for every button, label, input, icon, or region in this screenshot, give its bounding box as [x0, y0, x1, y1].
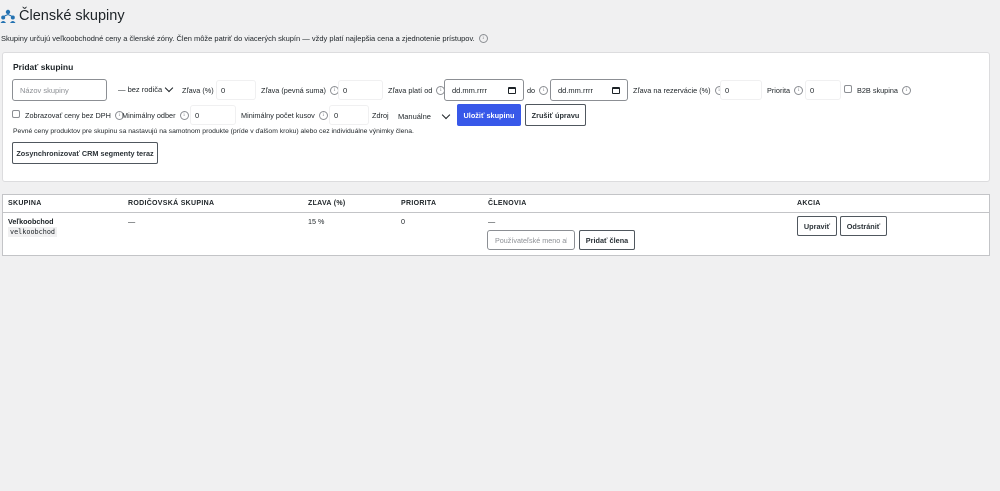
help-text: Pevné ceny produktov pre skupinu sa nast…	[13, 128, 414, 135]
info-icon[interactable]: i	[901, 86, 911, 95]
groups-icon	[0, 9, 16, 23]
priority-input[interactable]	[805, 80, 841, 100]
discount-label: Zľava (%)	[182, 86, 214, 95]
add-group-panel: Pridať skupinu — bez rodiča Zľava (%) Zľ…	[2, 52, 990, 182]
sync-crm-button[interactable]: Zosynchronizovať CRM segmenty teraz	[12, 142, 158, 164]
column-header-parent: RODIČOVSKÁ SKUPINA	[128, 200, 215, 207]
page-title-text: Členské skupiny	[19, 8, 125, 24]
calendar-icon[interactable]	[612, 86, 620, 94]
groups-table: SKUPINA RODIČOVSKÁ SKUPINA ZĽAVA (%) PRI…	[2, 194, 990, 256]
b2b-checkbox[interactable]	[844, 85, 852, 93]
info-icon[interactable]: i	[318, 111, 328, 120]
reservation-discount-label: Zľava na rezervácie (%)i	[633, 86, 724, 95]
source-select[interactable]: Manuálne	[398, 110, 451, 121]
save-group-button[interactable]: Uložiť skupinu	[457, 104, 521, 126]
info-icon[interactable]: i	[478, 34, 488, 43]
page-description: Skupiny určujú veľkoobchodné ceny a člen…	[1, 34, 488, 43]
priority-label: Priorita i	[767, 86, 804, 95]
source-value: Manuálne	[398, 112, 431, 121]
min-order-label: Minimálny odber i	[122, 111, 189, 120]
fixed-discount-input[interactable]	[338, 80, 383, 100]
page-description-text: Skupiny určujú veľkoobchodné ceny a člen…	[1, 34, 475, 43]
chevron-down-icon	[441, 110, 451, 120]
b2b-label: B2B skupina i	[857, 86, 911, 95]
column-header-group: SKUPINA	[8, 200, 42, 207]
valid-from-label: Zľava platí od i	[388, 86, 446, 95]
member-username-input[interactable]	[487, 230, 575, 250]
add-group-title: Pridať skupinu	[13, 62, 74, 72]
show-without-vat-checkbox[interactable]	[12, 110, 20, 118]
min-qty-label: Minimálny počet kusov i	[241, 111, 328, 120]
info-icon[interactable]: i	[539, 86, 549, 95]
page-title: Členské skupiny	[0, 8, 125, 24]
discount-input[interactable]	[216, 80, 256, 100]
group-members: —	[488, 217, 496, 226]
fixed-discount-label: Zľava (pevná suma) i	[261, 86, 339, 95]
column-header-priority: PRIORITA	[401, 200, 437, 207]
valid-from-value: dd.mm.rrrr	[452, 85, 487, 95]
reservation-discount-input[interactable]	[720, 80, 762, 100]
source-label: Zdroj	[372, 111, 389, 120]
valid-to-value: dd.mm.rrrr	[558, 85, 593, 95]
header-divider	[3, 212, 989, 213]
delete-button[interactable]: Odstrániť	[840, 216, 887, 236]
min-qty-input[interactable]	[329, 105, 369, 125]
group-discount: 15 %	[308, 217, 325, 226]
column-header-action: AKCIA	[797, 200, 821, 207]
valid-to-input[interactable]: dd.mm.rrrr	[550, 79, 628, 101]
valid-to-label: do i	[527, 86, 549, 95]
info-icon[interactable]: i	[794, 86, 804, 95]
valid-from-input[interactable]: dd.mm.rrrr	[444, 79, 524, 101]
group-slug: velkoobchod	[8, 227, 58, 237]
group-name-input[interactable]	[12, 79, 107, 101]
column-header-members: ČLENOVIA	[488, 200, 527, 207]
calendar-icon[interactable]	[508, 86, 516, 94]
add-member-button[interactable]: Pridať člena	[579, 230, 635, 250]
min-order-input[interactable]	[190, 105, 236, 125]
parent-group-value: — bez rodiča	[118, 85, 163, 94]
show-without-vat-label: Zobrazovať ceny bez DPH i	[25, 111, 124, 120]
chevron-down-icon	[164, 83, 174, 93]
group-name: Veľkoobchod	[8, 217, 54, 226]
group-parent: —	[128, 217, 136, 226]
group-priority: 0	[401, 217, 405, 226]
parent-group-select[interactable]: — bez rodiča	[118, 83, 174, 94]
column-header-discount: ZĽAVA (%)	[308, 200, 346, 207]
cancel-edit-button[interactable]: Zrušiť úpravu	[525, 104, 586, 126]
edit-button[interactable]: Upraviť	[797, 216, 837, 236]
info-icon[interactable]: i	[179, 111, 189, 120]
